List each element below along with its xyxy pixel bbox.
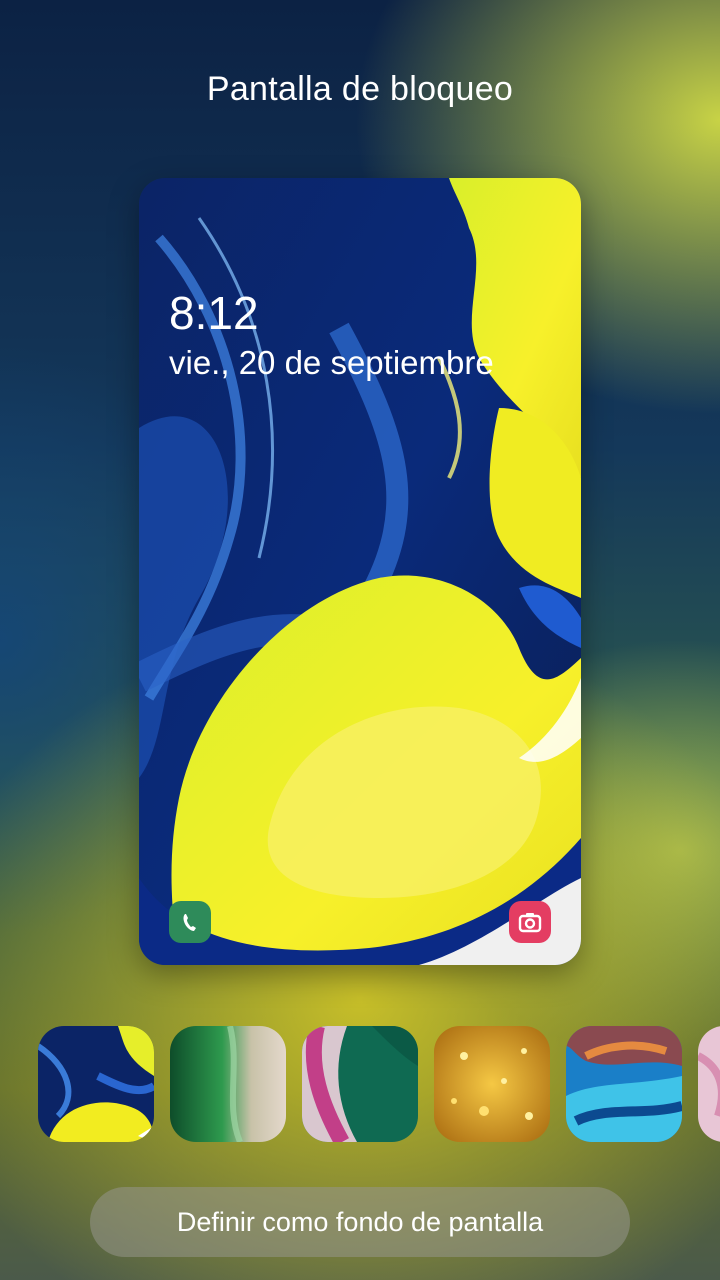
set-wallpaper-button[interactable]: Definir como fondo de pantalla bbox=[90, 1187, 630, 1257]
wallpaper-thumb-5[interactable] bbox=[566, 1026, 682, 1142]
phone-icon bbox=[183, 914, 196, 931]
camera-shortcut[interactable] bbox=[509, 901, 551, 943]
phone-shortcut[interactable] bbox=[169, 901, 211, 943]
wallpaper-thumb-2[interactable] bbox=[170, 1026, 286, 1142]
wallpaper-thumb-4[interactable] bbox=[434, 1026, 550, 1142]
wallpaper-thumb-6[interactable] bbox=[698, 1026, 720, 1142]
wallpaper-carousel bbox=[38, 1026, 720, 1142]
wallpaper-thumb-3[interactable] bbox=[302, 1026, 418, 1142]
lockscreen-date: vie., 20 de septiembre bbox=[169, 344, 494, 381]
lockscreen-preview: 8:12 vie., 20 de septiembre bbox=[139, 178, 581, 965]
camera-icon bbox=[518, 913, 542, 933]
lockscreen-clock: 8:12 bbox=[169, 287, 259, 339]
page-title: Pantalla de bloqueo bbox=[206, 70, 514, 108]
wallpaper-thumb-1[interactable] bbox=[38, 1026, 154, 1142]
